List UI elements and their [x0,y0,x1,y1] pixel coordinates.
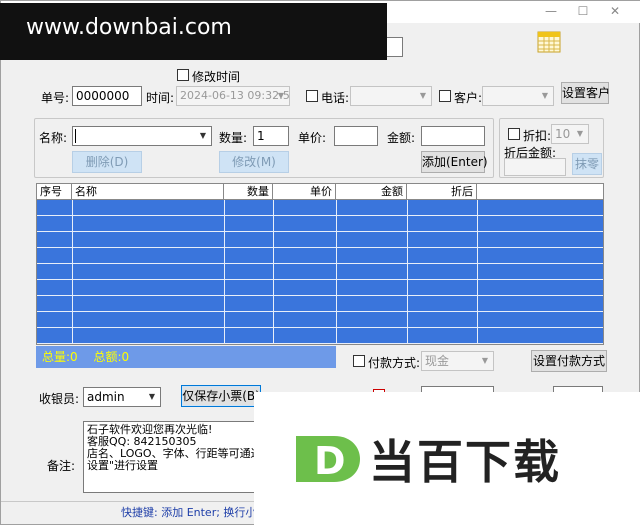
col-header-index[interactable]: 序号 [37,184,72,200]
col-header-amount[interactable]: 金额 [336,184,407,200]
customer-checkbox[interactable] [439,90,451,102]
modify-button[interactable]: 修改(M) [219,151,289,173]
chevron-down-icon: ▼ [419,91,427,100]
col-header-price[interactable]: 单价 [273,184,336,200]
table-header: 序号 名称 数量 单价 金额 折后 [37,184,603,200]
qty-input[interactable]: 1 [253,126,289,146]
col-header-discounted[interactable]: 折后 [407,184,477,200]
table-row[interactable] [37,264,603,280]
time-picker[interactable]: 2024-06-13 09:32:59 ▼ [176,86,290,106]
phone-select[interactable]: ▼ [350,86,432,106]
payment-method-select[interactable]: 现金 ▼ [421,351,494,371]
text-cursor [75,129,76,143]
calendar-icon[interactable] [537,29,561,53]
round-off-button[interactable]: 抹零 [572,153,602,175]
phone-checkbox[interactable] [306,90,318,102]
discount-select[interactable]: 10 ▼ [551,124,589,144]
payment-method-value: 现金 [425,354,450,368]
table-row[interactable] [37,312,603,328]
cashier-label: 收银员: [39,392,80,406]
column-divider [224,200,225,344]
customer-label: 客户: [454,91,483,105]
column-divider [273,200,274,344]
column-divider [72,200,73,344]
time-label: 时间: [146,91,175,105]
total-qty: 总量:0 [42,350,78,364]
chevron-down-icon: ▼ [481,356,489,365]
items-table[interactable]: 序号 名称 数量 单价 金额 折后 [36,183,604,345]
payment-method-label: 付款方式: [368,356,421,370]
save-receipt-only-button[interactable]: 仅保存小票(B) [181,385,261,407]
cashier-select[interactable]: admin ▼ [83,387,161,407]
ad-overlay: D 当百下载 [254,392,640,525]
table-row[interactable] [37,200,603,216]
modify-time-checkbox[interactable] [177,69,189,81]
amount-label: 金额: [387,131,416,145]
table-row[interactable] [37,216,603,232]
chevron-down-icon: ▼ [541,91,549,100]
discount-label: 折扣: [523,129,552,143]
summary-bar: 总量:0 总额:0 [36,346,336,368]
chevron-down-icon: ▼ [576,129,584,138]
watermark-banner: www.downbai.com [0,3,387,60]
column-divider [477,200,478,344]
qty-label: 数量: [219,131,248,145]
discount-checkbox[interactable] [508,128,520,140]
set-payment-method-button[interactable]: 设置付款方式 [531,350,607,372]
modify-time-label: 修改时间 [192,70,241,84]
column-divider [407,200,408,344]
item-name-combo[interactable]: ▼ [72,126,212,146]
price-input[interactable] [334,126,378,146]
chevron-down-icon: ▼ [277,91,285,100]
payment-method-checkbox[interactable] [353,355,365,367]
logo-letter: D [314,439,346,483]
phone-label: 电话: [321,91,350,105]
cashier-value: admin [87,390,125,404]
maximize-button[interactable]: ☐ [573,3,593,19]
amount-input[interactable] [421,126,485,146]
chevron-down-icon: ▼ [148,392,156,401]
table-row[interactable] [37,248,603,264]
customer-select[interactable]: ▼ [482,86,554,106]
watermark-text: www.downbai.com [26,15,232,40]
table-row[interactable] [37,328,603,344]
notes-textarea[interactable]: 石子软件欢迎您再次光临! 客服QQ: 842150305 店名、LOGO、字体、… [83,421,255,493]
table-row[interactable] [37,296,603,312]
notes-label: 备注: [47,459,76,473]
order-no-input[interactable]: 0000000 [72,86,142,106]
table-row[interactable] [37,232,603,248]
hotkeys-bar: 快捷键: 添加 Enter; 换行小键 [1,501,255,525]
total-amount: 总额:0 [93,350,130,364]
order-no-label: 单号: [41,91,70,105]
hotkeys-text: 快捷键: 添加 Enter; 换行小键 [121,506,255,519]
col-header-name[interactable]: 名称 [72,184,224,200]
after-discount-input[interactable] [504,158,566,176]
chevron-down-icon: ▼ [199,131,207,140]
col-header-qty[interactable]: 数量 [224,184,273,200]
price-label: 单价: [298,131,327,145]
downbai-logo-icon: D [296,436,360,483]
item-name-label: 名称: [39,131,68,145]
delete-button[interactable]: 删除(D) [72,151,142,173]
minimize-button[interactable]: — [541,3,561,19]
column-divider [336,200,337,344]
add-button[interactable]: 添加(Enter) [421,151,488,173]
ad-brand-text: 当百下载 [369,435,561,489]
discount-value: 10 [555,127,571,141]
set-customer-button[interactable]: 设置客户 [561,82,610,104]
table-row[interactable] [37,280,603,296]
close-button[interactable]: ✕ [605,3,625,19]
